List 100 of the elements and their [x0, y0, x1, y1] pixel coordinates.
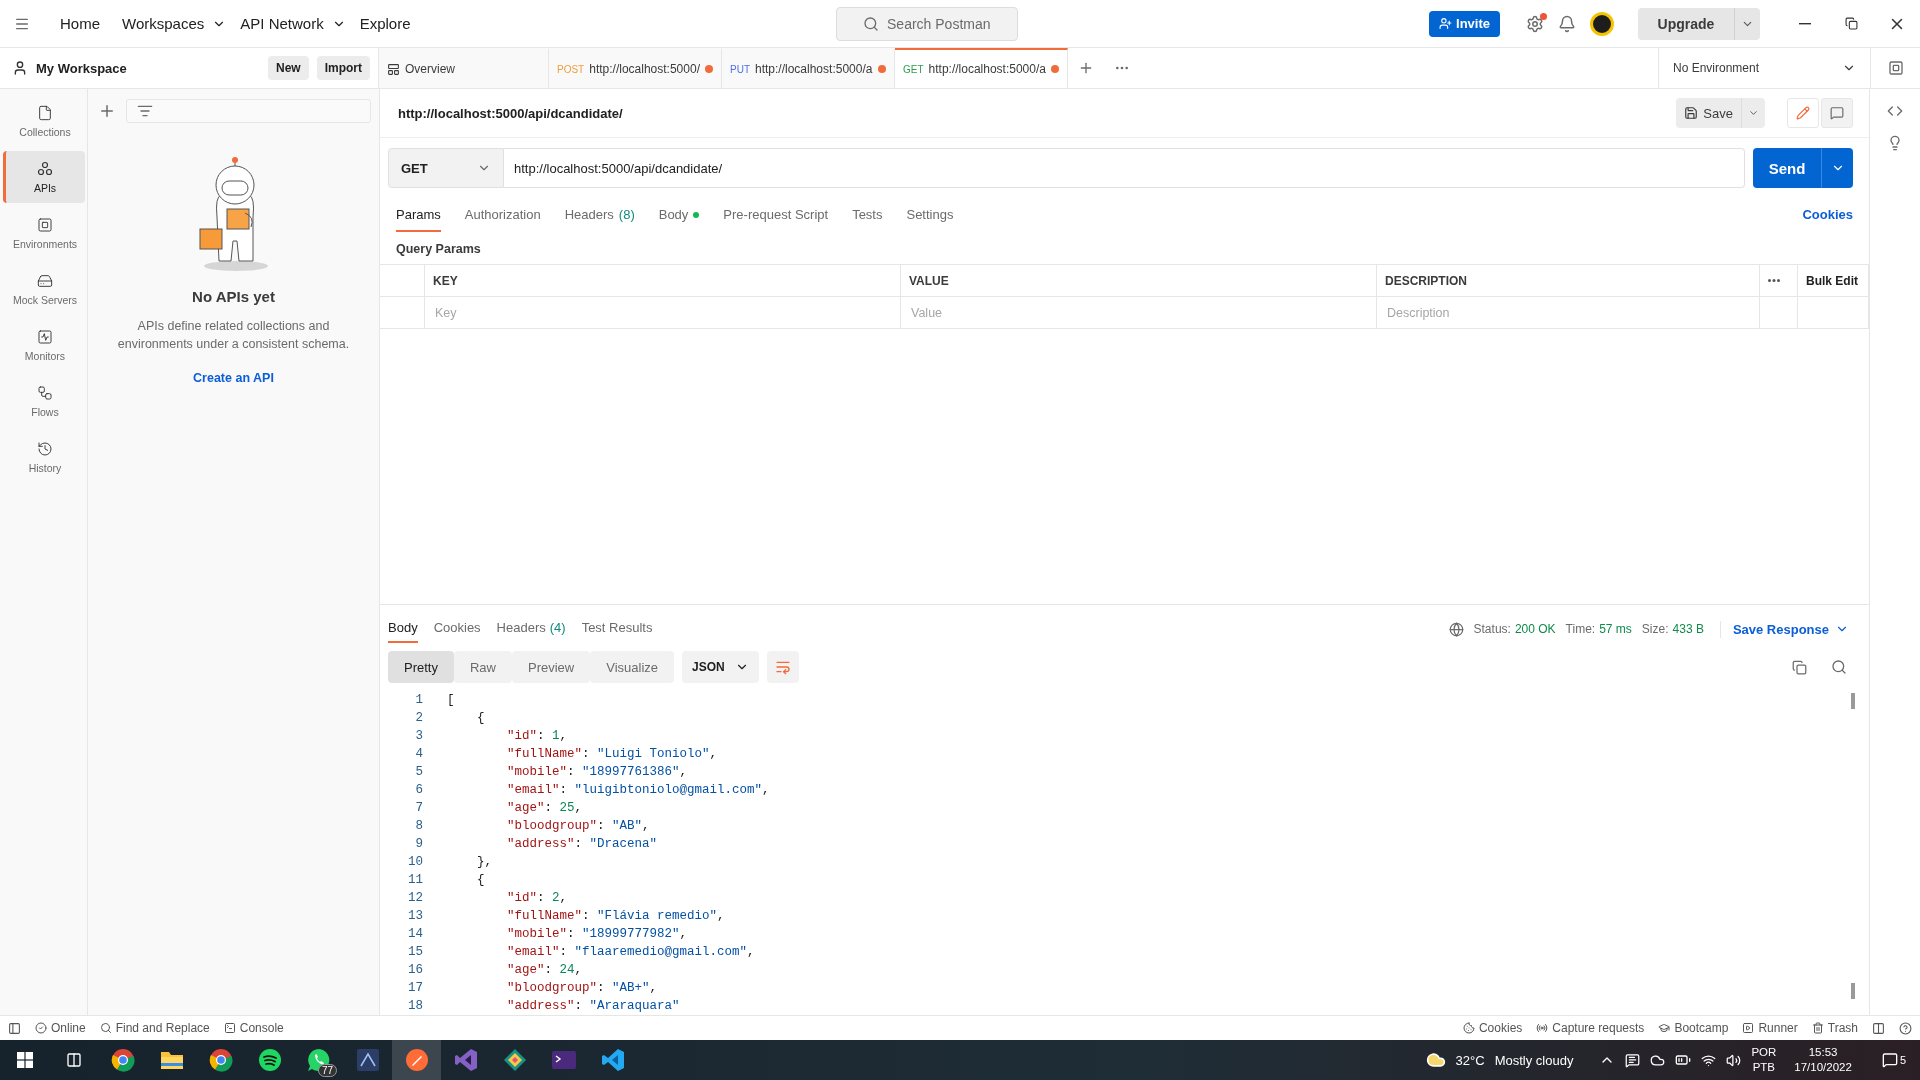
scrollbar-thumb[interactable] — [1851, 693, 1855, 709]
filter-field[interactable] — [126, 99, 371, 123]
column-header: DESCRIPTION — [1377, 265, 1760, 297]
sidebar-item[interactable]: Collections — [2, 95, 85, 147]
code-icon[interactable] — [1887, 103, 1903, 119]
create-api-link[interactable]: Create an API — [193, 371, 274, 385]
avatar[interactable] — [1590, 11, 1614, 36]
sidebar-item[interactable]: Monitors — [2, 319, 85, 371]
chat-bubble-icon — [306, 1048, 331, 1072]
response-tab[interactable]: Body — [388, 615, 418, 643]
taskbar-app-button[interactable]: 77 — [294, 1040, 343, 1080]
request-section-tab[interactable]: Tests — [852, 207, 883, 232]
request-section-tab[interactable]: Pre-request Script — [723, 207, 829, 232]
workflow-icon — [37, 384, 53, 401]
status-bar-item[interactable]: Cookies — [1462, 1021, 1523, 1035]
line-number: 8 — [415, 818, 423, 835]
nav-menu-item[interactable]: Explore — [351, 9, 419, 38]
save-button[interactable]: Save — [1676, 98, 1741, 128]
status-bar-item[interactable]: Capture requests — [1536, 1021, 1645, 1035]
line-number: 7 — [415, 800, 423, 817]
status-bar-item[interactable]: Online — [35, 1021, 86, 1035]
battery-icon[interactable] — [1675, 1052, 1692, 1068]
search-icon — [1831, 659, 1847, 675]
line-number: 13 — [408, 908, 423, 925]
view-mode-button[interactable]: Raw — [453, 651, 512, 683]
edit-button[interactable] — [1787, 98, 1819, 128]
layout-icon[interactable] — [1872, 1021, 1885, 1035]
line-number: 15 — [408, 944, 423, 961]
notifications-button[interactable]: 5 — [1875, 1051, 1912, 1069]
response-tab[interactable]: Cookies — [433, 615, 481, 643]
notification-icon — [1881, 1052, 1898, 1068]
code-line: { — [477, 872, 485, 889]
comments-button[interactable] — [1821, 98, 1853, 128]
nav-menu-item[interactable]: Workspaces — [114, 9, 213, 38]
more-options-button[interactable] — [1768, 279, 1780, 282]
terminal-icon — [550, 1050, 577, 1070]
workspace-button[interactable]: Import — [316, 56, 370, 80]
view-mode-button[interactable]: Pretty — [388, 651, 454, 683]
sidebar-item[interactable]: Flows — [2, 375, 85, 427]
volume-icon[interactable] — [1726, 1052, 1742, 1068]
bell-icon[interactable] — [1558, 14, 1576, 33]
status-bar-item[interactable]: Console — [223, 1021, 284, 1035]
request-section-tab[interactable]: Body — [658, 207, 700, 232]
status-bar-item[interactable]: Trash — [1811, 1021, 1858, 1035]
clock-date: 17/10/2022 — [1794, 1060, 1852, 1075]
wrap-lines-button[interactable] — [766, 651, 799, 683]
workspace-button[interactable]: New — [267, 56, 309, 80]
request-tab[interactable]: PUT http://localhost:5000/a — [722, 48, 895, 88]
sidebar-toggle-icon[interactable] — [8, 1021, 21, 1035]
line-number: 4 — [415, 746, 423, 763]
line-number: 10 — [408, 854, 423, 871]
nav-menu-item[interactable]: API Network — [232, 9, 332, 38]
sidebar-item[interactable]: History — [2, 431, 85, 483]
settings-icon[interactable] — [1526, 14, 1544, 33]
response-tab[interactable]: Headers (4) — [496, 615, 566, 643]
language-indicator: PTB — [1752, 1060, 1776, 1075]
request-section-tab[interactable]: Params — [396, 207, 441, 232]
lightbulb-icon[interactable] — [1887, 135, 1903, 151]
line-number: 14 — [408, 926, 423, 943]
upgrade-button[interactable]: Upgrade — [1638, 7, 1734, 40]
help-icon[interactable] — [1899, 1021, 1912, 1035]
status-bar-item[interactable]: Bootcamp — [1658, 1021, 1729, 1035]
app-icon — [600, 1048, 625, 1072]
request-section-tab[interactable]: Headers (8) — [564, 207, 635, 232]
sidebar-item[interactable]: APIs — [2, 151, 85, 203]
sidebar-item[interactable]: Environments — [2, 207, 85, 259]
overview-tab[interactable]: Overview — [379, 48, 549, 88]
response-tab[interactable]: Test Results — [581, 615, 653, 643]
save-response-button[interactable]: Save Response — [1719, 620, 1855, 638]
request-tab[interactable]: POST http://localhost:5000/ — [549, 48, 722, 88]
history-icon — [37, 440, 53, 457]
user-plus-icon — [1439, 17, 1453, 30]
cookies-link[interactable]: Cookies — [1802, 207, 1853, 232]
view-mode-button[interactable]: Visualize — [590, 651, 675, 683]
invite-button[interactable]: Invite — [1429, 10, 1500, 37]
language-indicator: POR — [1751, 1045, 1777, 1060]
add-icon[interactable] — [98, 102, 116, 120]
overview-icon — [387, 62, 400, 76]
view-mode-button[interactable]: Preview — [512, 651, 591, 683]
status-bar-item[interactable]: Find and Replace — [99, 1021, 210, 1035]
format-dropdown[interactable]: JSON — [682, 651, 759, 683]
search-field[interactable]: Search Postman — [835, 6, 1018, 41]
request-section-tab[interactable]: Authorization — [464, 207, 541, 232]
message-icon[interactable] — [1625, 1052, 1641, 1068]
sidebar-item[interactable]: Mock Servers — [2, 263, 85, 315]
url-field[interactable]: http://localhost:5000/api/dcandidate/ — [504, 148, 1745, 188]
status-bar-item[interactable]: Runner — [1742, 1021, 1798, 1035]
minimize-icon — [1799, 22, 1811, 25]
comment-icon — [1830, 106, 1844, 120]
method-dropdown[interactable]: GET — [388, 148, 504, 188]
bulk-edit-button[interactable]: Bulk Edit — [1806, 273, 1858, 288]
column-header: VALUE — [901, 265, 1377, 297]
send-button[interactable]: Send — [1753, 148, 1821, 188]
scrollbar-thumb[interactable] — [1851, 983, 1855, 999]
code-line: "email": "luigibtoniolo@gmail.com", — [507, 782, 770, 799]
cloud-icon[interactable] — [1650, 1052, 1666, 1068]
request-tab[interactable]: GET http://localhost:5000/a — [895, 48, 1068, 88]
nav-menu-item[interactable]: Home — [52, 9, 108, 38]
request-section-tab[interactable]: Settings — [906, 207, 954, 232]
wifi-icon[interactable] — [1701, 1052, 1717, 1068]
